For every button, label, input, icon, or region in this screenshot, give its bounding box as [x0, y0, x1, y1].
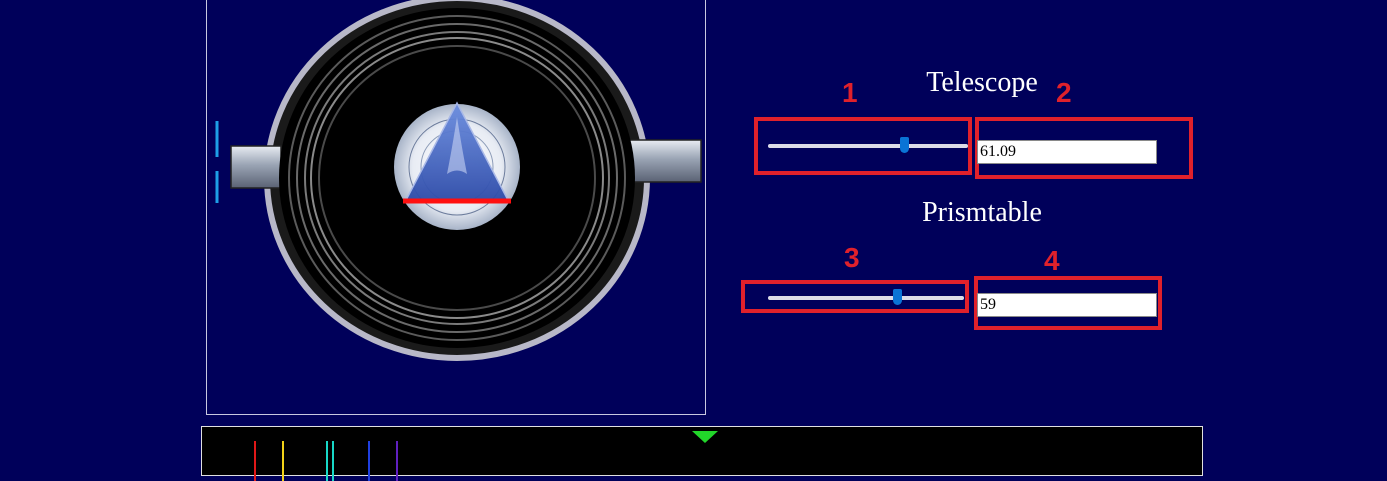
prismtable-angle-input[interactable]: 59 — [977, 293, 1157, 317]
spectrum-line — [332, 441, 334, 481]
prismtable-title: Prismtable — [922, 197, 1042, 228]
telescope-slider-thumb[interactable] — [900, 137, 909, 153]
spectrometer-view — [206, 0, 706, 415]
spectrum-line — [254, 441, 256, 481]
telescope-title: Telescope — [926, 67, 1038, 98]
spectrum-view — [201, 426, 1203, 481]
collimator-arm — [230, 145, 282, 189]
annotation-4: 4 — [1044, 245, 1060, 276]
spectrometer-diagram — [215, 0, 702, 361]
prismtable-slider-thumb[interactable] — [893, 289, 903, 305]
telescope-slider[interactable] — [768, 137, 968, 153]
annotation-2: 2 — [1056, 77, 1072, 108]
spectrum-line — [326, 441, 328, 481]
telescope-angle-input[interactable]: 61.09 — [977, 140, 1157, 164]
prismtable-slider[interactable] — [768, 289, 964, 305]
annotation-1: 1 — [842, 77, 858, 108]
spectrum-line — [396, 441, 398, 481]
spectrum-line — [282, 441, 284, 481]
spectrum-line — [368, 441, 370, 481]
telescope-position-marker — [692, 431, 718, 443]
annotation-3: 3 — [844, 242, 860, 273]
